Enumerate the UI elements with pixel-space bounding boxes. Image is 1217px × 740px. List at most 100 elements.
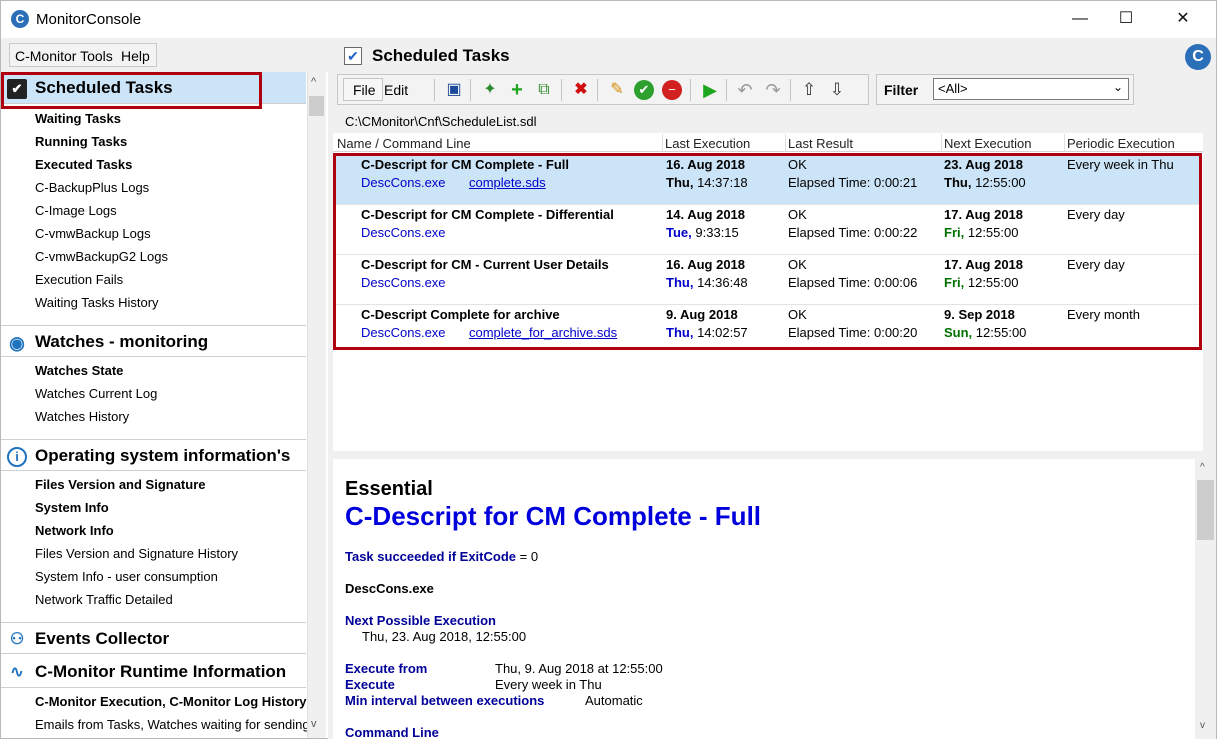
- sidebar-item-files-version-history[interactable]: Files Version and Signature History: [35, 546, 307, 561]
- redo-icon[interactable]: ↷: [762, 79, 784, 101]
- execute-value: Every week in Thu: [495, 677, 602, 692]
- sidebar-item-waiting-tasks[interactable]: Waiting Tasks: [35, 111, 307, 126]
- enable-icon[interactable]: ✔: [634, 80, 654, 100]
- menu-cmonitor-tools[interactable]: C-Monitor Tools: [15, 48, 113, 64]
- schedule-file-path: C:\CMonitor\Cnf\ScheduleList.sdl: [345, 114, 537, 129]
- sidebar-scroll-thumb[interactable]: [309, 96, 324, 116]
- edit-wand-icon[interactable]: ✎: [606, 79, 628, 101]
- execute-from-label: Execute from: [345, 661, 428, 676]
- highlight-frame-tasks: [333, 153, 1202, 350]
- file-menu[interactable]: File: [353, 82, 376, 98]
- section-title: Operating system information's: [35, 446, 291, 465]
- section-title: Events Collector: [35, 629, 170, 648]
- next-exec-value: Thu, 23. Aug 2018, 12:55:00: [362, 629, 527, 644]
- undo-icon[interactable]: ↶: [734, 79, 756, 101]
- panel-title: Scheduled Tasks: [372, 46, 510, 65]
- sidebar-item-system-info-user[interactable]: System Info - user consumption: [35, 569, 307, 584]
- move-down-icon[interactable]: ⇩: [826, 79, 848, 101]
- column-separator[interactable]: [1064, 134, 1065, 152]
- command-line-label: Command Line: [345, 725, 439, 740]
- maximize-button[interactable]: ☐: [1103, 0, 1149, 38]
- sidebar-item-network-info[interactable]: Network Info: [35, 523, 307, 538]
- minimize-button[interactable]: —: [1057, 0, 1103, 38]
- detail-exe: DescCons.exe: [345, 581, 434, 596]
- sidebar-section-watches[interactable]: ◉ Watches - monitoring: [1, 325, 306, 357]
- sidebar-scrollbar[interactable]: [307, 72, 326, 738]
- window-title: MonitorConsole: [36, 11, 142, 28]
- disable-icon[interactable]: −: [662, 80, 682, 100]
- detail-splitter[interactable]: [333, 451, 1216, 459]
- sidebar-item-watches-state[interactable]: Watches State: [35, 363, 307, 378]
- scheduled-tasks-icon: ✔: [344, 47, 362, 65]
- edit-menu[interactable]: Edit: [384, 82, 408, 98]
- toolbar-separator: [597, 79, 598, 101]
- success-label: Task succeeded if ExitCode: [345, 549, 516, 564]
- min-interval-label: Min interval between executions: [345, 693, 545, 708]
- detail-scroll-thumb[interactable]: [1197, 480, 1214, 540]
- sidebar-item-watches-history[interactable]: Watches History: [35, 409, 307, 424]
- execute-label: Execute: [345, 677, 395, 692]
- sidebar-item-watches-current-log[interactable]: Watches Current Log: [35, 386, 307, 401]
- detail-heading: Essential: [345, 478, 433, 500]
- filter-label: Filter: [884, 82, 919, 98]
- toolbar-separator: [434, 79, 435, 101]
- column-separator[interactable]: [662, 134, 663, 152]
- c-monitor-logo-icon: C: [1185, 44, 1211, 70]
- sidebar-item-execution-fails[interactable]: Execution Fails: [35, 272, 307, 287]
- menu-help[interactable]: Help: [121, 48, 150, 64]
- close-button[interactable]: ✕: [1160, 0, 1206, 38]
- detail-task-title: C-Descript for CM Complete - Full: [345, 501, 762, 531]
- column-last-execution[interactable]: Last Execution: [665, 136, 750, 151]
- sidebar-section-os-info[interactable]: i Operating system information's: [1, 439, 306, 471]
- chevron-down-icon: ⌄: [1112, 80, 1123, 94]
- sidebar-item-cmonitor-execution[interactable]: C-Monitor Execution, C-Monitor Log Histo…: [35, 694, 307, 709]
- sidebar-section-runtime-info[interactable]: ∿ C-Monitor Runtime Information: [1, 656, 306, 688]
- toolbar-separator: [690, 79, 691, 101]
- new-wizard-icon[interactable]: ✦: [479, 79, 501, 101]
- highlight-frame-sidebar: [1, 72, 262, 109]
- sidebar-item-cimage-logs[interactable]: C-Image Logs: [35, 203, 307, 218]
- copy-icon[interactable]: ⧉: [533, 79, 555, 101]
- pulse-icon: ∿: [10, 664, 24, 681]
- sidebar-item-waiting-tasks-history[interactable]: Waiting Tasks History: [35, 295, 307, 310]
- column-separator[interactable]: [785, 134, 786, 152]
- sidebar-item-executed-tasks[interactable]: Executed Tasks: [35, 157, 307, 172]
- scroll-up-icon[interactable]: ^: [311, 76, 316, 88]
- filter-value: <All>: [938, 81, 968, 96]
- column-last-result[interactable]: Last Result: [788, 136, 853, 151]
- events-icon: ⚇: [9, 631, 25, 648]
- title-bar: [0, 0, 1217, 38]
- sidebar-item-running-tasks[interactable]: Running Tasks: [35, 134, 307, 149]
- scroll-up-icon[interactable]: ^: [1200, 462, 1205, 473]
- sidebar-item-system-info[interactable]: System Info: [35, 500, 307, 515]
- min-interval-value: Automatic: [585, 693, 643, 708]
- sidebar-item-cbackupplus-logs[interactable]: C-BackupPlus Logs: [35, 180, 307, 195]
- sidebar-item-cvmwbackupg2-logs[interactable]: C-vmwBackupG2 Logs: [35, 249, 307, 264]
- column-name[interactable]: Name / Command Line: [337, 136, 471, 151]
- save-icon[interactable]: ▣: [443, 79, 465, 101]
- next-exec-label: Next Possible Execution: [345, 613, 496, 628]
- app-logo-icon: C: [11, 10, 29, 28]
- filter-select[interactable]: <All> ⌄: [933, 78, 1129, 100]
- sidebar-item-network-traffic[interactable]: Network Traffic Detailed: [35, 592, 307, 607]
- info-icon: i: [7, 447, 27, 467]
- toolbar-separator: [561, 79, 562, 101]
- column-separator[interactable]: [941, 134, 942, 152]
- sidebar-item-cvmwbackup-logs[interactable]: C-vmwBackup Logs: [35, 226, 307, 241]
- scroll-down-icon[interactable]: v: [311, 718, 317, 730]
- column-next-execution[interactable]: Next Execution: [944, 136, 1031, 151]
- section-title: C-Monitor Runtime Information: [35, 662, 287, 681]
- eye-icon: ◉: [9, 333, 25, 353]
- sidebar-item-emails-from-tasks[interactable]: Emails from Tasks, Watches waiting for s…: [35, 717, 307, 732]
- sidebar-item-files-version[interactable]: Files Version and Signature: [35, 477, 307, 492]
- toolbar-separator: [726, 79, 727, 101]
- column-periodic-execution[interactable]: Periodic Execution: [1067, 136, 1175, 151]
- execute-from-value: Thu, 9. Aug 2018 at 12:55:00: [495, 661, 663, 676]
- add-icon[interactable]: +: [506, 79, 528, 101]
- sidebar-section-events-collector[interactable]: ⚇ Events Collector: [1, 622, 306, 654]
- section-title: Watches - monitoring: [35, 332, 209, 351]
- delete-icon[interactable]: ✖: [570, 79, 592, 101]
- run-icon[interactable]: ▶: [699, 79, 721, 101]
- move-up-icon[interactable]: ⇧: [798, 79, 820, 101]
- scroll-down-icon[interactable]: v: [1200, 720, 1205, 731]
